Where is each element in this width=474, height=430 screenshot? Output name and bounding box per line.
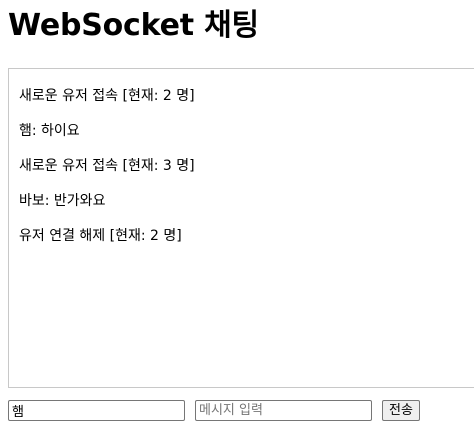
chat-message: 유저 연결 해제 [현재: 2 명] (19, 228, 182, 244)
chat-message: 햄: 하이요 (19, 123, 80, 139)
chat-message: 바보: 반가와요 (19, 193, 106, 209)
nickname-input[interactable] (8, 400, 185, 421)
chat-controls: 전송 (8, 400, 420, 421)
chat-log[interactable]: 새로운 유저 접속 [현재: 2 명] 햄: 하이요 새로운 유저 접속 [현재… (8, 68, 474, 388)
chat-message: 새로운 유저 접속 [현재: 2 명] (19, 88, 195, 104)
send-button[interactable]: 전송 (382, 400, 420, 421)
message-input[interactable] (195, 400, 372, 421)
page-title: WebSocket 채팅 (8, 8, 259, 43)
chat-page: WebSocket 채팅 새로운 유저 접속 [현재: 2 명] 햄: 하이요 … (0, 0, 474, 430)
chat-message: 새로운 유저 접속 [현재: 3 명] (19, 158, 195, 174)
